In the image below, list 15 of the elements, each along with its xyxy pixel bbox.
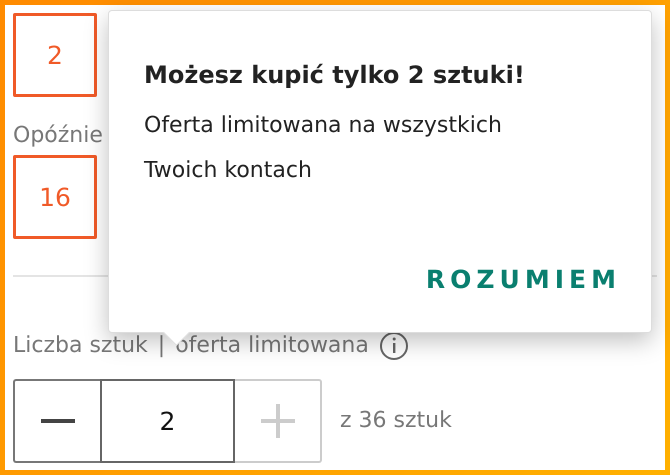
offer-note: oferta limitowana bbox=[175, 335, 369, 357]
popover-title: Możesz kupić tylko 2 sztuki! bbox=[144, 61, 526, 89]
number-field[interactable]: 16 bbox=[13, 155, 97, 239]
plus-icon bbox=[260, 404, 294, 438]
quantity-field[interactable]: 2 bbox=[100, 379, 235, 463]
number-field[interactable]: 2 bbox=[13, 13, 97, 97]
stock-total: z 36 sztuk bbox=[340, 410, 452, 432]
minus-button[interactable] bbox=[13, 379, 100, 463]
separator: | bbox=[158, 335, 166, 357]
field-label: Opóźnie bbox=[13, 125, 103, 147]
understand-button[interactable]: ROZUMIEM bbox=[426, 265, 621, 294]
quantity-label: Liczba sztuk bbox=[13, 335, 148, 357]
popover-text: Oferta limitowana na wszystkich Twoich kontach bbox=[144, 112, 503, 185]
minus-icon bbox=[40, 419, 74, 423]
info-icon[interactable] bbox=[378, 331, 409, 361]
